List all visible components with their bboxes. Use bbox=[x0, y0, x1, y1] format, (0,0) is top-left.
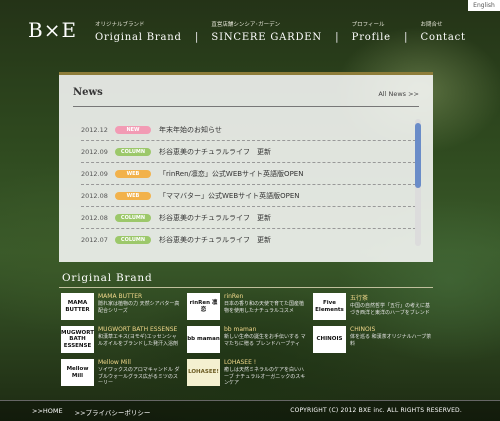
news-tag-badge: COLUMN bbox=[115, 213, 151, 222]
news-date: 2012.12 bbox=[81, 125, 108, 134]
news-date: 2012.08 bbox=[81, 213, 108, 222]
news-tag-badge: WEB bbox=[115, 169, 151, 178]
news-date: 2012.08 bbox=[81, 191, 108, 200]
footer-links: >>HOME >>プライバシーポリシー bbox=[32, 407, 150, 417]
site-logo[interactable]: B×E bbox=[28, 18, 77, 42]
news-item[interactable]: 2012.07 COLUMN 杉谷恵美のナチュラルライフ 更新 bbox=[81, 229, 416, 246]
brand-logo[interactable]: Five Elements bbox=[313, 293, 346, 320]
brand-logo[interactable]: rinRen 凛恋 bbox=[187, 293, 220, 320]
brand-name[interactable]: LOHASEE ! bbox=[224, 359, 307, 366]
news-item[interactable]: 2012.09 WEB 「rinRen/凛恋」公式WEBサイト英語版OPEN bbox=[81, 163, 416, 185]
footer-home-link[interactable]: >>HOME bbox=[32, 407, 63, 417]
nav-label: Profile bbox=[351, 32, 391, 43]
nav-label: Original Brand bbox=[95, 32, 182, 43]
news-list[interactable]: 2012.12 NEW 年末年始のお知らせ 2012.09 COLUMN 杉谷恵… bbox=[81, 119, 416, 246]
news-item[interactable]: 2012.12 NEW 年末年始のお知らせ bbox=[81, 119, 416, 141]
nav-sincere-garden[interactable]: 直営店舗シンシア･ガーデン SINCERE GARDEN bbox=[211, 20, 335, 43]
news-item[interactable]: 2012.09 COLUMN 杉谷恵美のナチュラルライフ 更新 bbox=[81, 141, 416, 163]
brand-logo[interactable]: LOHASEE! bbox=[187, 359, 220, 386]
news-text[interactable]: 「rinRen/凛恋」公式WEBサイト英語版OPEN bbox=[159, 169, 303, 179]
original-brand-heading: Original Brand bbox=[62, 272, 153, 284]
brand-divider bbox=[59, 287, 433, 288]
news-item[interactable]: 2012.08 WEB 「ママバター」公式WEBサイト英語版OPEN bbox=[81, 185, 416, 207]
brand-desc: 癒しは天然ミネラルのケアを白いハーブ ナチュラルオーガニックのスキンケア bbox=[224, 367, 306, 386]
news-date: 2012.09 bbox=[81, 147, 108, 156]
nav-contact[interactable]: お問合せ Contact bbox=[421, 20, 479, 43]
brand-name[interactable]: bb maman bbox=[224, 326, 307, 333]
nav-separator: | bbox=[403, 30, 408, 43]
news-text[interactable]: 杉谷恵美のナチュラルライフ 更新 bbox=[159, 147, 271, 157]
nav-label: Contact bbox=[420, 32, 466, 43]
brand-desc: 日本の香り和の天使で育てた国産植物を使用したナチュラルコスメ bbox=[224, 301, 305, 314]
brand-logo[interactable]: Mellow Mill bbox=[61, 359, 94, 386]
brand-item[interactable]: rinRen 凛恋 rinRen 日本の香り和の天使で育てた国産植物を使用したナチ… bbox=[187, 293, 307, 320]
brand-name[interactable]: 五行茶 bbox=[350, 293, 433, 302]
nav-original-brand[interactable]: オリジナルブランド Original Brand bbox=[95, 20, 195, 43]
brand-logo[interactable]: MAMA BUTTER bbox=[61, 293, 94, 320]
brand-logo[interactable]: CHINOIS bbox=[313, 326, 346, 353]
brand-name[interactable]: MUGWORT BATH ESSENSE bbox=[98, 326, 181, 333]
nav-separator: | bbox=[334, 30, 339, 43]
nav-sub-label: お問合せ bbox=[420, 22, 443, 28]
news-tag-badge: COLUMN bbox=[115, 147, 151, 156]
copyright: COPYRIGHT (C) 2012 BXE inc. ALL RIGHTS R… bbox=[290, 407, 462, 414]
brand-desc: 中国の自然哲学「五行」の考えに基づき西洋と東洋のハーブをブレンド bbox=[350, 303, 431, 316]
brand-logo[interactable]: MUGWORT BATH ESSENSE bbox=[61, 326, 94, 353]
brand-item[interactable]: Five Elements 五行茶 中国の自然哲学「五行」の考えに基づき西洋と東洋… bbox=[313, 293, 433, 320]
news-tag-badge: NEW bbox=[115, 125, 151, 134]
nav-sub-label: オリジナルブランド bbox=[95, 22, 145, 28]
brand-name[interactable]: Mellow Mill bbox=[98, 359, 181, 366]
news-text[interactable]: 「ママバター」公式WEBサイト英語版OPEN bbox=[159, 191, 300, 201]
news-scrollbar[interactable] bbox=[415, 119, 421, 246]
brand-name[interactable]: rinRen bbox=[224, 293, 307, 300]
news-tag-badge: COLUMN bbox=[115, 235, 151, 244]
brand-desc: ソイワックスのアロマキャンドル ダブルウォールグラス広がるミツのスーリー bbox=[98, 367, 180, 386]
brand-name[interactable]: MAMA BUTTER bbox=[98, 293, 181, 300]
global-nav: オリジナルブランド Original Brand | 直営店舗シンシア･ガーデン… bbox=[95, 20, 479, 43]
brand-item[interactable]: LOHASEE! LOHASEE ! 癒しは天然ミネラルのケアを白いハーブ ナチュ… bbox=[187, 359, 307, 386]
brand-logo[interactable]: bb maman bbox=[187, 326, 220, 353]
brand-name[interactable]: CHINOIS bbox=[350, 326, 433, 333]
brand-desc: 隠れ家は植物の力 天然シアバター高配合シリーズ bbox=[98, 301, 180, 314]
brand-item[interactable]: MAMA BUTTER MAMA BUTTER 隠れ家は植物の力 天然シアバター高… bbox=[61, 293, 181, 320]
news-date: 2012.07 bbox=[81, 235, 108, 244]
nav-label: SINCERE GARDEN bbox=[211, 32, 322, 43]
news-scrollbar-thumb[interactable] bbox=[415, 123, 421, 188]
footer: >>HOME >>プライバシーポリシー COPYRIGHT (C) 2012 B… bbox=[0, 400, 500, 421]
news-panel: News All News >> 2012.12 NEW 年末年始のお知らせ 2… bbox=[59, 72, 433, 262]
brand-item[interactable]: MUGWORT BATH ESSENSE MUGWORT BATH ESSENS… bbox=[61, 326, 181, 353]
brand-grid: MAMA BUTTER MAMA BUTTER 隠れ家は植物の力 天然シアバター高… bbox=[61, 293, 433, 386]
brand-item[interactable]: CHINOIS CHINOIS 体を巡る 和漢茶オリジナルハーブ茶料 bbox=[313, 326, 433, 353]
nav-sub-label: 直営店舗シンシア･ガーデン bbox=[211, 22, 281, 28]
brand-desc: 和漢草エキス(ヨモギ)エッセンシャルオイルをブランドした発汗入浴剤 bbox=[98, 334, 179, 347]
nav-sub-label: プロフィール bbox=[351, 22, 385, 28]
news-tag-badge: WEB bbox=[115, 191, 151, 200]
news-text[interactable]: 杉谷恵美のナチュラルライフ 更新 bbox=[159, 235, 271, 245]
footer-privacy-link[interactable]: >>プライバシーポリシー bbox=[75, 407, 151, 417]
all-news-link[interactable]: All News >> bbox=[378, 90, 419, 98]
brand-item[interactable]: bb maman bb maman 新しい生命の誕生をお手伝いする ママたちに贈る… bbox=[187, 326, 307, 353]
english-button[interactable]: English bbox=[468, 0, 500, 11]
nav-profile[interactable]: プロフィール Profile bbox=[352, 20, 404, 43]
news-divider bbox=[73, 106, 419, 107]
news-text[interactable]: 杉谷恵美のナチュラルライフ 更新 bbox=[159, 213, 271, 223]
brand-item[interactable]: Mellow Mill Mellow Mill ソイワックスのアロマキャンドル ダ… bbox=[61, 359, 181, 386]
nav-separator: | bbox=[194, 30, 199, 43]
brand-desc: 新しい生命の誕生をお手伝いする ママたちに贈る ブレンドハーブティ bbox=[224, 334, 306, 347]
news-date: 2012.09 bbox=[81, 169, 108, 178]
brand-desc: 体を巡る 和漢茶オリジナルハーブ茶料 bbox=[350, 334, 432, 347]
news-title: News bbox=[73, 87, 103, 98]
news-item[interactable]: 2012.08 COLUMN 杉谷恵美のナチュラルライフ 更新 bbox=[81, 207, 416, 229]
news-text[interactable]: 年末年始のお知らせ bbox=[159, 125, 222, 135]
